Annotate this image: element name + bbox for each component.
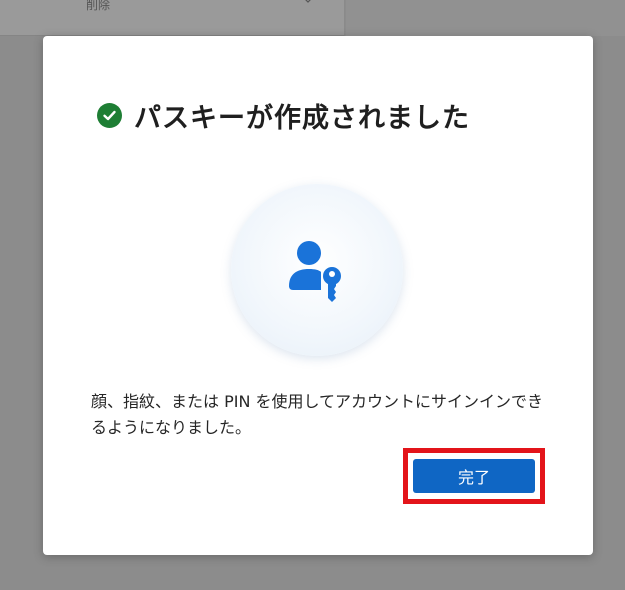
done-button[interactable]: 完了	[413, 459, 535, 493]
dialog-title: パスキーが作成されました	[134, 103, 470, 134]
background-page-strip: 削除	[0, 0, 345, 36]
passkey-created-dialog: パスキーが作成されました 顔、指紋、または PIN を使用してアカウントにサイン…	[43, 36, 593, 555]
dialog-message: 顔、指紋、または PIN を使用してアカウントにサインインできるようになりました…	[91, 392, 544, 437]
background-page-area	[346, 0, 625, 36]
check-circle-icon	[97, 103, 122, 128]
user-key-icon	[289, 241, 341, 302]
highlight-box: 完了	[403, 448, 545, 504]
dialog-header: パスキーが作成されました	[97, 96, 470, 135]
background-menu-label: 削除	[86, 0, 111, 12]
passkey-illustration	[231, 184, 403, 356]
chevron-down-icon	[303, 0, 313, 8]
